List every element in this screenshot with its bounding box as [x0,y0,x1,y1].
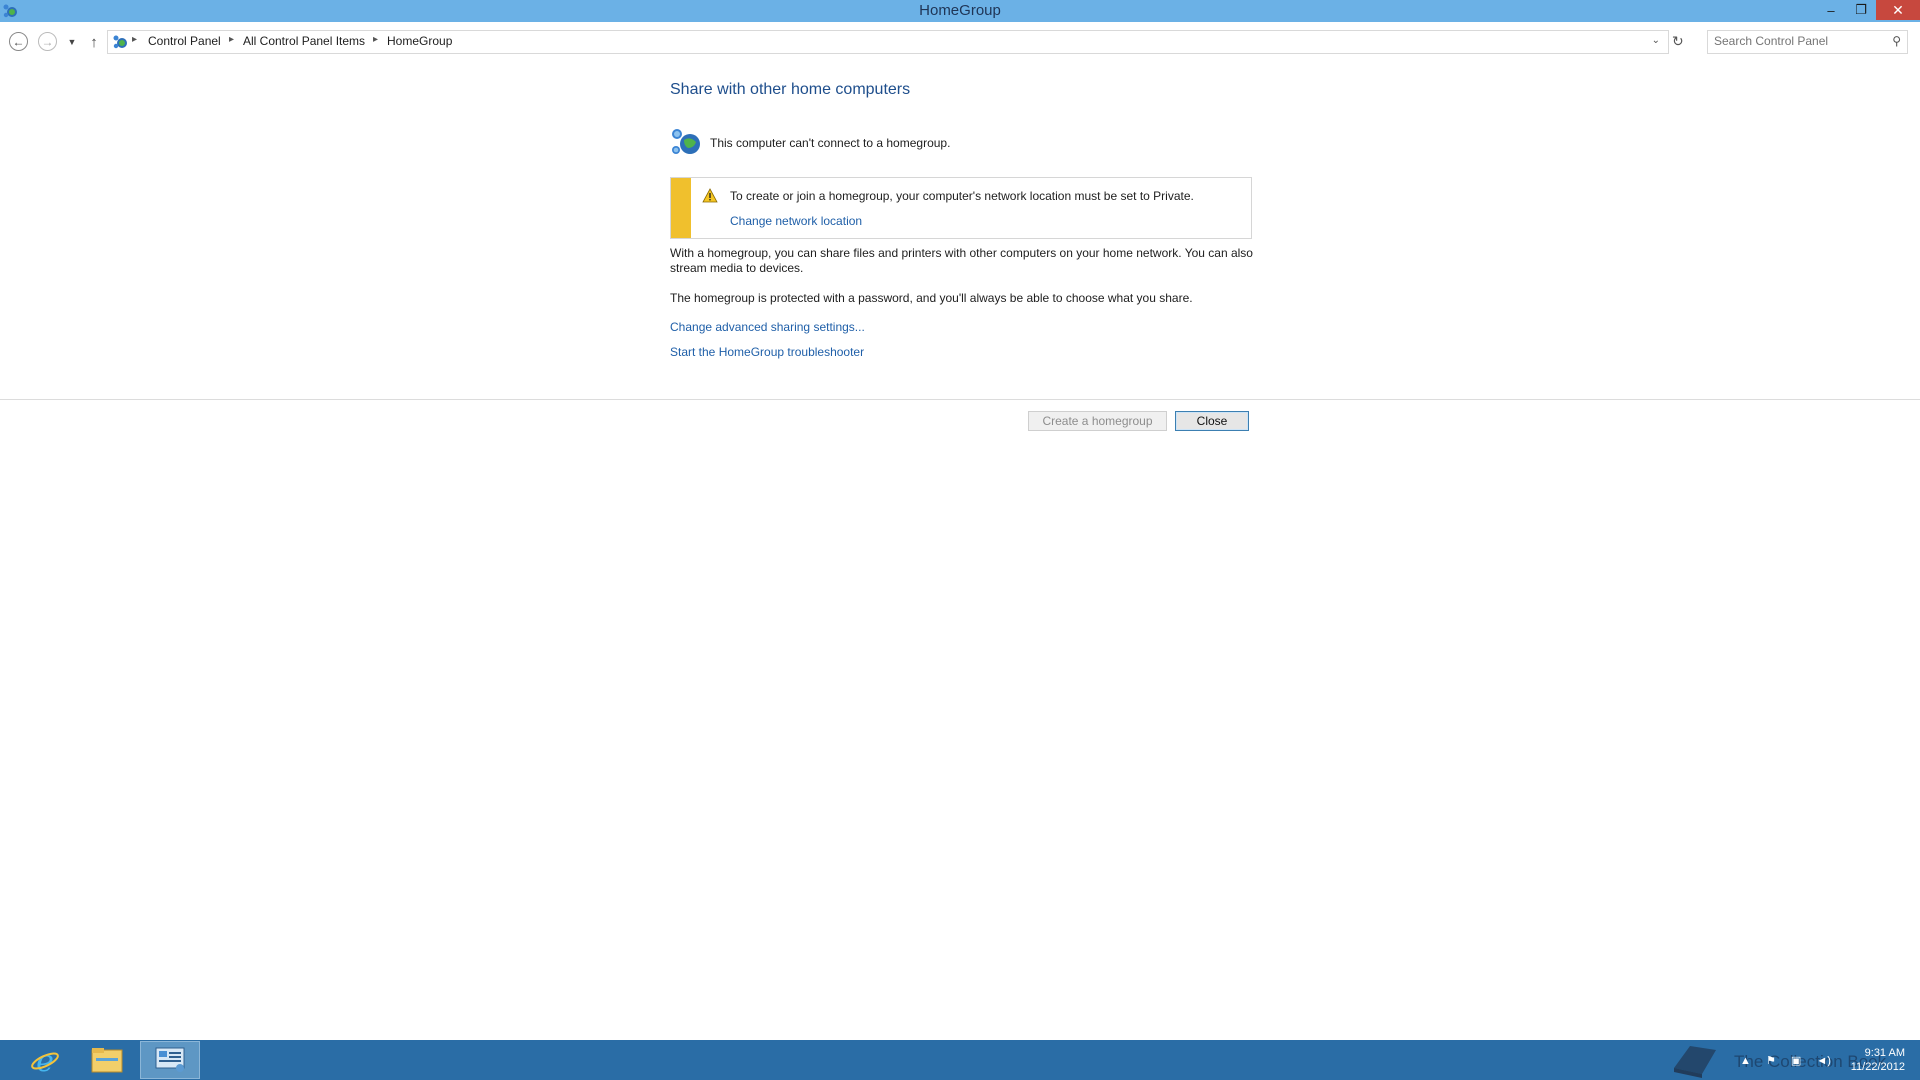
navigation-bar: ← → ▼ ↑ ▸ Control Panel ▸ All Control Pa… [0,22,1920,60]
change-network-location-link[interactable]: Change network location [730,214,862,228]
breadcrumb-homegroup[interactable]: HomeGroup [387,34,452,48]
title-bar: HomeGroup – ❐ ✕ [0,0,1920,22]
control-panel-icon[interactable] [140,1041,200,1079]
minimize-button[interactable]: – [1816,0,1846,20]
svg-text:e: e [36,1044,54,1076]
internet-explorer-icon[interactable]: e [15,1041,75,1079]
breadcrumb-all-control-panel-items[interactable]: All Control Panel Items [243,34,365,48]
page-title: Share with other home computers [670,81,911,98]
breadcrumb-separator-icon[interactable]: ▸ [373,34,378,45]
create-homegroup-button[interactable]: Create a homegroup [1028,411,1167,431]
search-icon[interactable]: ⚲ [1892,34,1901,48]
window-title: HomeGroup [919,2,1001,19]
warning-box: To create or join a homegroup, your comp… [670,177,1252,239]
search-box[interactable]: ⚲ [1707,30,1908,54]
show-hidden-icons-icon[interactable]: ▲ [1740,1055,1751,1067]
warning-icon [702,188,718,203]
breadcrumb-control-panel[interactable]: Control Panel [148,34,221,48]
divider [0,399,1920,400]
maximize-button[interactable]: ❐ [1846,0,1876,20]
homegroup-location-icon [113,35,127,49]
close-window-button[interactable]: ✕ [1876,0,1920,20]
address-bar[interactable]: ▸ Control Panel ▸ All Control Panel Item… [107,30,1669,54]
homegroup-description: With a homegroup, you can share files an… [670,246,1253,275]
search-input[interactable] [1708,31,1884,51]
clock[interactable]: 9:31 AM 11/22/2012 [1835,1046,1905,1074]
warning-text: To create or join a homegroup, your comp… [730,189,1194,203]
close-button[interactable]: Close [1175,411,1249,431]
warning-bar [671,178,691,238]
homegroup-icon [672,129,700,154]
taskbar: e The Collection Book ▲ ⚑ ▣ ◄) 9:31 AM 1… [0,1040,1920,1080]
address-dropdown-icon[interactable]: ⌄ [1652,35,1660,46]
volume-icon[interactable]: ◄) [1816,1055,1831,1067]
up-arrow-icon[interactable]: ↑ [84,32,104,52]
clock-date: 11/22/2012 [1850,1061,1905,1073]
system-tray: ▲ ⚑ ▣ ◄) [1740,1054,1843,1067]
breadcrumb-separator-icon[interactable]: ▸ [132,34,137,45]
network-icon[interactable]: ▣ [1791,1055,1801,1067]
connection-status: This computer can't connect to a homegro… [710,136,951,150]
back-arrow-icon[interactable]: ← [9,32,28,51]
forward-arrow-icon[interactable]: → [38,32,57,51]
file-explorer-icon[interactable] [77,1041,137,1079]
recent-locations-chevron-icon[interactable]: ▼ [62,32,82,52]
action-center-flag-icon[interactable]: ⚑ [1766,1055,1776,1067]
breadcrumb-separator-icon[interactable]: ▸ [229,34,234,45]
change-advanced-sharing-link[interactable]: Change advanced sharing settings... [670,320,865,334]
password-description: The homegroup is protected with a passwo… [670,291,1193,305]
clock-time: 9:31 AM [1864,1047,1905,1059]
refresh-icon[interactable]: ↻ [1672,33,1684,50]
homegroup-troubleshooter-link[interactable]: Start the HomeGroup troubleshooter [670,345,864,359]
